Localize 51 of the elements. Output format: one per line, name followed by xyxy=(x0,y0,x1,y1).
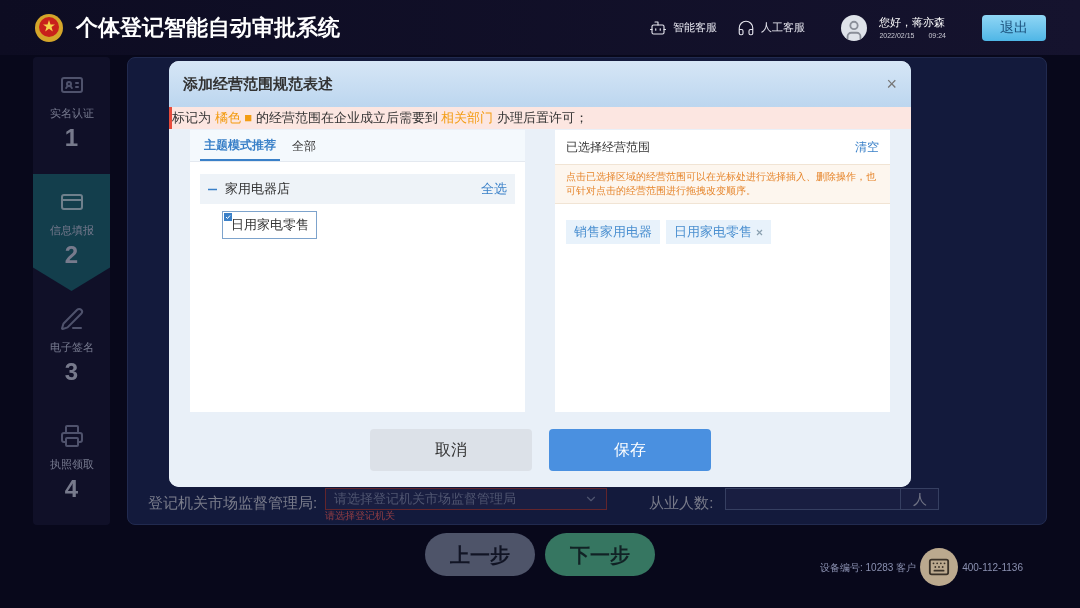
scope-tag[interactable]: 日用家电零售 xyxy=(666,220,771,244)
hint-text: 点击已选择区域的经营范围可以在光标处进行选择插入、删除操作，也可针对点击的经营范围进行拖拽改变顺序。 xyxy=(566,170,877,198)
device-number: 设备编号: 10283 客户 xyxy=(820,560,917,575)
staff-input[interactable]: 人 xyxy=(725,488,940,510)
emblem-icon xyxy=(34,12,64,43)
app-title: 个体登记智能自动审批系统 xyxy=(76,14,340,42)
checkbox[interactable] xyxy=(224,213,232,221)
service-link[interactable]: 智能客服 xyxy=(649,18,718,37)
category-label: 家用电器店 xyxy=(225,180,290,199)
scope-option[interactable]: 日用家电零售 xyxy=(222,211,317,239)
step-item[interactable]: 实名认证 1 xyxy=(33,57,110,174)
headset-icon xyxy=(737,18,756,37)
tab[interactable]: 主题模式推荐 xyxy=(200,130,280,161)
tab[interactable]: 全部 xyxy=(288,130,320,161)
phone-number: 400-112-1136 xyxy=(962,560,1023,575)
panel-title: 已选择经营范围 xyxy=(566,139,650,156)
category-row[interactable]: 家用电器店 全选 xyxy=(200,174,515,204)
close-button[interactable]: × xyxy=(886,70,897,98)
remove-icon[interactable] xyxy=(756,228,763,236)
prev-button[interactable]: 上一步 xyxy=(425,533,535,576)
step-label: 实名认证 xyxy=(49,106,94,121)
service-link[interactable]: 人工客服 xyxy=(737,18,806,37)
step-icon xyxy=(59,307,84,331)
next-button[interactable]: 下一步 xyxy=(545,533,655,576)
step-item[interactable]: 信息填报 2 xyxy=(33,174,110,291)
step-label: 执照领取 xyxy=(49,457,94,472)
cancel-button[interactable]: 取消 xyxy=(369,428,532,471)
scope-tag[interactable]: 销售家用电器 xyxy=(566,220,660,244)
notice-text: 标记为 橘色 ■ 的经营范围在企业成立后需要到 相关部门 办理后置许可； xyxy=(172,109,588,128)
step-label: 电子签名 xyxy=(49,340,94,355)
step-number: 3 xyxy=(64,359,79,384)
select-all-link[interactable]: 全选 xyxy=(481,179,507,199)
field-label: 从业人数: xyxy=(649,493,714,513)
step-number: 1 xyxy=(64,125,79,150)
avatar xyxy=(841,14,868,41)
step-item[interactable]: 电子签名 3 xyxy=(33,291,110,408)
field-label: 登记机关市场监督管理局: xyxy=(148,493,318,513)
clear-link[interactable]: 清空 xyxy=(855,138,879,156)
robot-icon xyxy=(649,18,668,37)
keyboard-button[interactable] xyxy=(920,548,959,586)
user-greeting: 您好，蒋亦森 xyxy=(879,15,946,30)
logout-button[interactable]: 退出 xyxy=(982,14,1046,41)
save-button[interactable]: 保存 xyxy=(548,428,711,471)
step-icon xyxy=(59,424,84,448)
error-text: 请选择登记机关 xyxy=(325,510,397,522)
step-number: 2 xyxy=(64,242,79,267)
keyboard-icon xyxy=(928,556,951,578)
step-label: 信息填报 xyxy=(49,223,94,238)
step-item[interactable]: 执照领取 4 xyxy=(33,408,110,525)
step-number: 4 xyxy=(64,476,79,501)
dialog-title: 添加经营范围规范表述 xyxy=(183,73,333,94)
